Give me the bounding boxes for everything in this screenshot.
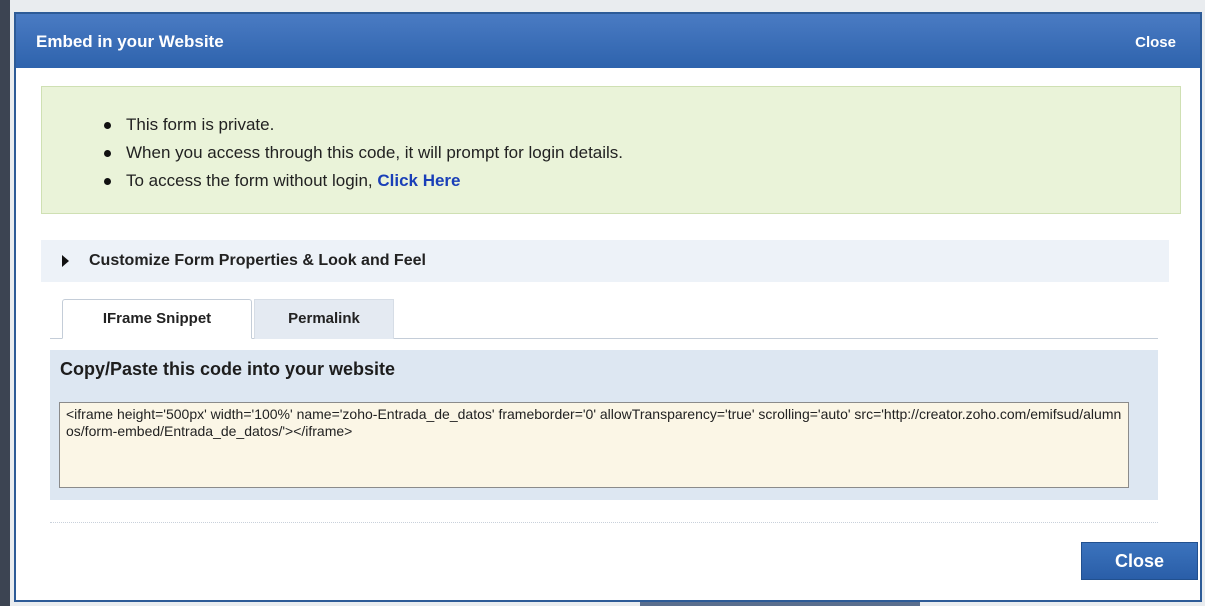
customize-section-toggle[interactable]: Customize Form Properties & Look and Fee… xyxy=(41,240,1169,282)
notice-text: To access the form without login, xyxy=(126,171,378,190)
click-here-link[interactable]: Click Here xyxy=(377,171,460,190)
tab-permalink[interactable]: Permalink xyxy=(254,299,394,339)
embed-dialog: Embed in your Website Close This form is… xyxy=(14,12,1202,602)
caret-right-icon xyxy=(62,255,69,267)
embed-code-textarea[interactable]: <iframe height='500px' width='100%' name… xyxy=(59,402,1129,488)
bullet-icon xyxy=(104,178,111,185)
embed-tabs: IFrame Snippet Permalink xyxy=(50,297,1158,339)
notice-list: This form is private. When you access th… xyxy=(104,111,623,195)
notice-item: This form is private. xyxy=(104,111,623,139)
bullet-icon xyxy=(104,122,111,129)
bullet-icon xyxy=(104,150,111,157)
titlebar-close-link[interactable]: Close xyxy=(1135,34,1176,51)
footer-divider xyxy=(50,522,1158,523)
notice-text: This form is private. xyxy=(126,115,275,134)
background-window-edge xyxy=(0,0,10,606)
dialog-titlebar: Embed in your Website Close xyxy=(16,14,1200,68)
notice-item: When you access through this code, it wi… xyxy=(104,139,623,167)
tab-iframe-snippet[interactable]: IFrame Snippet xyxy=(62,299,252,339)
code-panel-heading: Copy/Paste this code into your website xyxy=(60,359,396,379)
notice-text: When you access through this code, it wi… xyxy=(126,143,624,162)
privacy-notice: This form is private. When you access th… xyxy=(41,86,1181,214)
code-panel: Copy/Paste this code into your website <… xyxy=(50,350,1158,500)
close-button[interactable]: Close xyxy=(1081,542,1198,580)
dialog-title: Embed in your Website xyxy=(36,32,224,51)
notice-item: To access the form without login, Click … xyxy=(104,167,623,195)
customize-label: Customize Form Properties & Look and Fee… xyxy=(89,252,426,269)
